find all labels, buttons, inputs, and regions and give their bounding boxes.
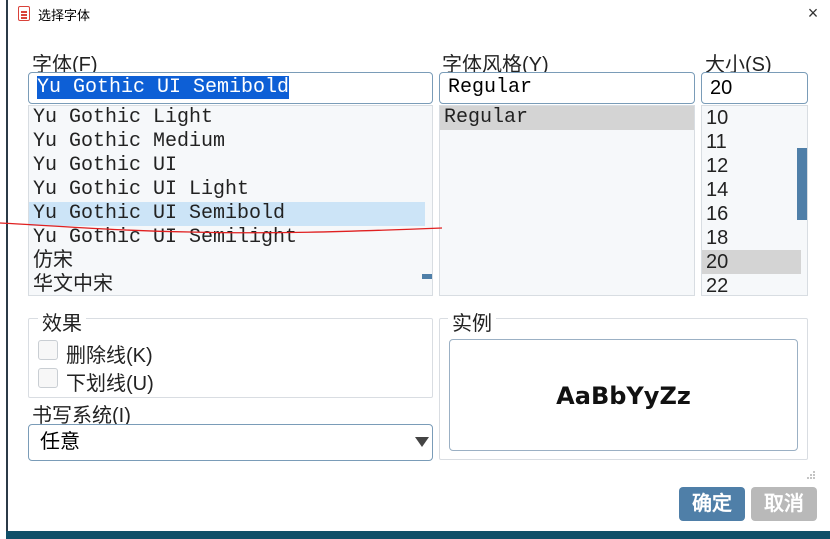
window-bottom-border [6,531,830,539]
list-item[interactable]: Yu Gothic Light [33,106,422,130]
effects-group-title: 效果 [38,307,86,336]
list-item[interactable]: 仿宋 [33,250,422,274]
list-item[interactable]: 10 [706,106,797,130]
list-item[interactable]: 18 [706,226,797,250]
window-left-border [6,0,8,539]
red-annotation-line [0,222,443,234]
strikeout-checkbox[interactable] [38,340,58,360]
sample-preview-text: AaBbYyZz [556,382,691,410]
list-item[interactable]: 22 [706,274,797,295]
size-input[interactable]: 20 [701,72,808,104]
size-listbox[interactable]: 10 11 12 14 16 18 20 22 [701,105,808,296]
list-item[interactable]: 14 [706,178,797,202]
window-title: 选择字体 [38,8,91,23]
list-item[interactable]: 16 [706,202,797,226]
resize-grip-icon[interactable] [806,470,816,480]
list-item[interactable]: 11 [706,130,797,154]
cancel-button[interactable]: 取消 [751,487,817,521]
list-item[interactable]: Regular [440,106,694,130]
chevron-down-icon [415,437,429,447]
writing-system-value: 任意 [40,431,80,453]
style-listbox[interactable]: Regular [439,105,695,296]
writing-system-select[interactable]: 任意 [28,424,433,461]
list-item[interactable]: Yu Gothic UI Light [33,178,422,202]
title-bar [8,0,830,28]
list-item[interactable]: 华文中宋 [33,274,422,295]
style-input[interactable]: Regular [439,72,695,104]
close-button[interactable]: × [802,4,824,24]
sample-group-title: 实例 [448,307,496,336]
size-list-scroll-thumb[interactable] [797,148,807,220]
list-item[interactable]: Yu Gothic Medium [33,130,422,154]
list-item[interactable]: 12 [706,154,797,178]
list-item[interactable]: Yu Gothic UI [33,154,422,178]
underline-checkbox[interactable] [38,368,58,388]
font-listbox[interactable]: Yu Gothic Light Yu Gothic Medium Yu Gothic… [28,105,433,296]
list-item[interactable]: 20 [702,250,801,274]
document-red-icon [18,6,30,21]
ok-button[interactable]: 确定 [679,487,745,521]
font-name-input-value: Yu Gothic UI Semibold [37,76,290,99]
font-list-scroll-thumb[interactable] [422,274,432,279]
strikeout-label: 删除线(K) [66,345,153,367]
underline-label: 下划线(U) [66,373,154,395]
font-name-input[interactable]: Yu Gothic UI Semibold [28,72,433,104]
